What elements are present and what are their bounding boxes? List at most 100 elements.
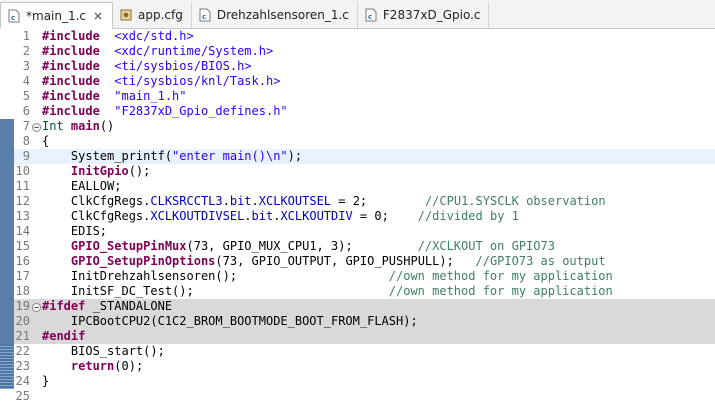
code-line[interactable]: 24}	[0, 374, 715, 389]
code-line[interactable]: 11 EALLOW;	[0, 179, 715, 194]
code-text: ClkCfgRegs.CLKSRCCTL3.bit.XCLKOUTSEL = 2…	[42, 194, 606, 209]
line-number: 11	[15, 179, 30, 193]
code-line[interactable]: 16 GPIO_SetupPinOptions(73, GPIO_OUTPUT,…	[0, 254, 715, 269]
code-text: {	[42, 134, 49, 149]
code-line[interactable]: 8{	[0, 134, 715, 149]
code-token: #include	[42, 74, 100, 88]
code-line[interactable]: 15 GPIO_SetupPinMux(73, GPIO_MUX_CPU1, 3…	[0, 239, 715, 254]
line-number: 21	[15, 329, 30, 343]
code-text: #ifdef _STANDALONE	[42, 299, 172, 314]
line-number: 15	[15, 239, 30, 253]
code-token: #include	[42, 104, 100, 118]
code-token: ClkCfgRegs.	[42, 209, 151, 223]
tab-3[interactable]: c F2837xD_Gpio.c	[358, 2, 490, 28]
change-marker	[0, 329, 14, 344]
code-line[interactable]: 1 #include <xdc/std.h>	[0, 29, 715, 44]
line-number: 8	[22, 134, 30, 148]
code-line[interactable]: 13 ClkCfgRegs.XCLKOUTDIVSEL.bit.XCLKOUTD…	[0, 209, 715, 224]
code-text: InitGpio();	[42, 164, 150, 179]
code-text: Int main()	[42, 119, 114, 134]
code-token: "F2837xD_Gpio_defines.h"	[114, 104, 288, 118]
code-line[interactable]: 22 BIOS_start();	[0, 344, 715, 359]
change-marker	[0, 179, 14, 194]
change-marker	[0, 314, 14, 329]
svg-text:c: c	[368, 13, 372, 21]
code-text: EDIS;	[42, 224, 107, 239]
code-token: CLKSRCCTL3	[150, 194, 223, 208]
change-marker	[0, 164, 14, 179]
code-token: //GPIO73 as output	[475, 254, 606, 268]
code-editor[interactable]: 1 #include <xdc/std.h> 2 #include <xdc/runt…	[0, 29, 715, 407]
change-marker	[0, 119, 14, 134]
code-token: GPIO_SetupPinOptions	[70, 254, 216, 268]
code-text: #include <xdc/runtime/System.h>	[42, 44, 273, 59]
code-token: IPCBootCPU2(C1C2_BROM_BOOTMODE_BOOT_FROM…	[42, 314, 418, 328]
line-number: 6	[22, 104, 30, 118]
code-line[interactable]: 20 IPCBootCPU2(C1C2_BROM_BOOTMODE_BOOT_F…	[0, 314, 715, 329]
code-line[interactable]: 7 Int main()	[0, 119, 715, 134]
code-token: EALLOW;	[42, 179, 122, 193]
code-line[interactable]: 9 System_printf("enter main()\n");	[0, 149, 715, 164]
tab-0[interactable]: c *main_1.c	[0, 2, 114, 29]
tab-1[interactable]: app.cfg	[113, 2, 192, 28]
code-line[interactable]: 21 #endif	[0, 329, 715, 344]
code-token: bit	[251, 209, 274, 223]
svg-text:c: c	[202, 13, 206, 21]
code-token: #endif	[42, 329, 86, 343]
code-token: return	[70, 359, 115, 373]
code-text: InitSF_DC_Test(); //own method for my ap…	[42, 284, 613, 299]
code-text: #include "F2837xD_Gpio_defines.h"	[42, 104, 288, 119]
line-number: 12	[15, 194, 30, 208]
tab-label: app.cfg	[138, 8, 183, 22]
change-marker	[0, 149, 14, 164]
code-line[interactable]: 2 #include <xdc/runtime/System.h>	[0, 44, 715, 59]
code-line[interactable]: 18 InitSF_DC_Test(); //own method for my…	[0, 284, 715, 299]
fold-toggle-icon[interactable]	[32, 121, 41, 132]
code-text: System_printf("enter main()\n");	[42, 149, 302, 164]
code-line[interactable]: 10 InitGpio();	[0, 164, 715, 179]
close-icon[interactable]	[92, 10, 104, 22]
line-number: 19	[15, 299, 30, 313]
code-line[interactable]: 6 #include "F2837xD_Gpio_defines.h"	[0, 104, 715, 119]
code-text: InitDrehzahlsensoren(); //own method for…	[42, 269, 613, 284]
code-line[interactable]: 17 InitDrehzahlsensoren(); //own method …	[0, 269, 715, 284]
code-line[interactable]: 3 #include <ti/sysbios/BIOS.h>	[0, 59, 715, 74]
code-token: }	[42, 374, 50, 388]
editor-tab-bar: c *main_1.c app.cfg c Drehzahlsensoren_1.c c F…	[0, 0, 715, 29]
code-token: "enter main()\n"	[172, 149, 288, 163]
code-token: (73, GPIO_MUX_CPU1, 3);	[186, 239, 418, 253]
tab-label: *main_1.c	[26, 8, 87, 23]
code-token: .	[244, 209, 252, 223]
code-line[interactable]: 14 EDIS;	[0, 224, 715, 239]
line-number: 5	[22, 89, 30, 103]
code-text: #include <ti/sysbios/knl/Task.h>	[42, 74, 280, 89]
code-line[interactable]: 25	[0, 389, 715, 404]
code-line[interactable]: 4 #include <ti/sysbios/knl/Task.h>	[0, 74, 715, 89]
code-token: InitSF_DC_Test();	[42, 284, 389, 298]
code-text: #include <xdc/std.h>	[42, 29, 194, 44]
line-number: 17	[15, 269, 30, 283]
code-token: Int	[42, 119, 64, 133]
line-number: 4	[22, 74, 30, 88]
tab-2[interactable]: c Drehzahlsensoren_1.c	[192, 2, 358, 28]
c-file-icon: c	[7, 9, 21, 23]
code-token: #include	[42, 59, 100, 73]
line-number: 25	[15, 389, 30, 403]
tab-label: Drehzahlsensoren_1.c	[216, 8, 349, 22]
code-line[interactable]: 23 return(0);	[0, 359, 715, 374]
fold-toggle-icon[interactable]	[32, 301, 41, 312]
code-token: System_printf(	[42, 149, 173, 163]
code-token: );	[287, 149, 303, 163]
code-line[interactable]: 12 ClkCfgRegs.CLKSRCCTL3.bit.XCLKOUTSEL …	[0, 194, 715, 209]
code-text: GPIO_SetupPinOptions(73, GPIO_OUTPUT, GP…	[42, 254, 606, 269]
code-line[interactable]: 19 #ifdef _STANDALONE	[0, 299, 715, 314]
code-token: .	[222, 194, 230, 208]
code-token: //own method for my application	[388, 269, 613, 283]
code-line[interactable]: 5 #include "main_1.h"	[0, 89, 715, 104]
change-marker	[0, 224, 14, 239]
